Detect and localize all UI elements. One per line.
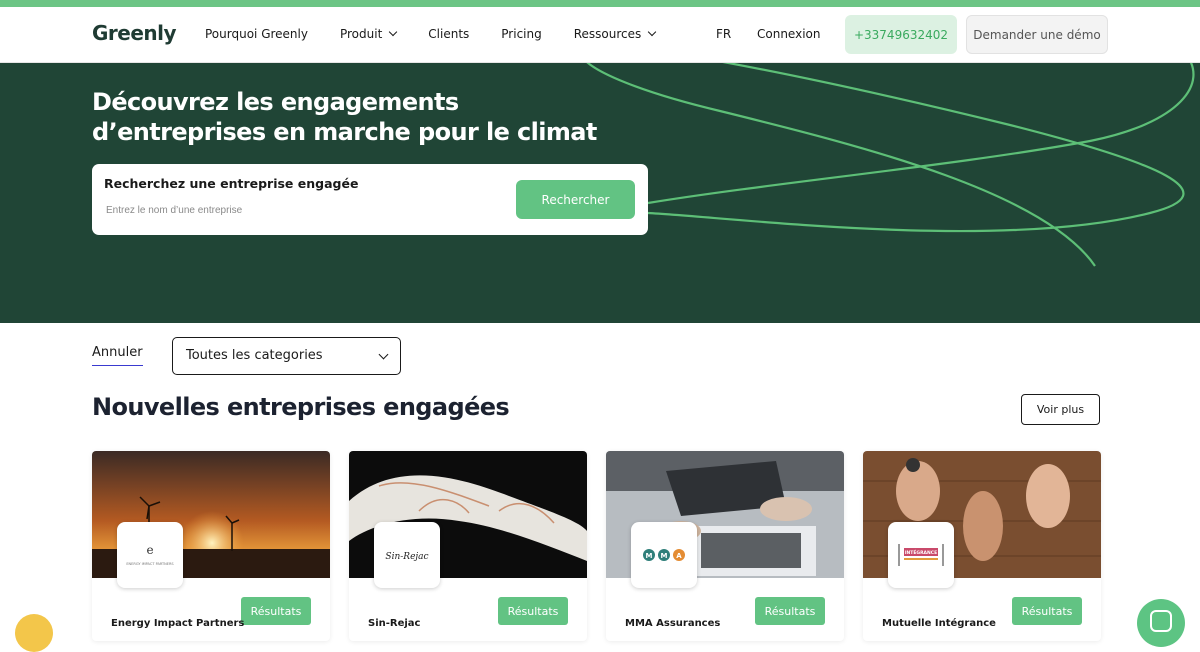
login-link[interactable]: Connexion [757, 27, 821, 41]
search-button[interactable]: Rechercher [516, 180, 635, 219]
company-card[interactable]: Sin-Rejac Résultats Sin-Rejac [349, 451, 587, 641]
section-title: Nouvelles entreprises engagées [92, 393, 510, 421]
hero-section: Découvrez les engagements d’entreprises … [0, 63, 1200, 323]
nav-item-pourquoi[interactable]: Pourquoi Greenly [205, 27, 308, 41]
results-button[interactable]: Résultats [1012, 597, 1082, 625]
nav-label: Produit [339, 27, 383, 41]
site-header: Greenly Pourquoi Greenly Produit Clients… [0, 7, 1200, 63]
company-name: Sin-Rejac [368, 618, 421, 629]
cookie-badge-icon[interactable] [15, 614, 53, 652]
results-button[interactable]: Résultats [241, 597, 311, 625]
nav-label: Clients [428, 27, 470, 41]
mma-logo: M M A [643, 549, 685, 561]
nav-item-pricing[interactable]: Pricing [501, 27, 541, 41]
search-card: Recherchez une entreprise engagée Recher… [92, 164, 648, 235]
svg-text:M: M [661, 552, 668, 560]
cancel-filter-link[interactable]: Annuler [92, 345, 143, 366]
energy-impact-logo: e ENERGY IMPACT PARTNERS [126, 543, 174, 566]
svg-text:A: A [676, 552, 682, 560]
chat-widget-icon[interactable] [1137, 599, 1185, 647]
svg-text:Sin-Rejac: Sin-Rejac [385, 552, 428, 562]
nav-label: Pricing [501, 27, 542, 41]
company-logo: e ENERGY IMPACT PARTNERS [117, 522, 183, 588]
company-name: Mutuelle Intégrance [882, 618, 996, 629]
chat-bubble-icon [1150, 610, 1172, 632]
nav-label: Pourquoi Greenly [205, 27, 308, 41]
category-select[interactable]: Toutes les categories [172, 337, 401, 375]
integrance-logo: INTÉGRANCE [898, 544, 944, 566]
svg-text:ENERGY IMPACT PARTNERS: ENERGY IMPACT PARTNERS [126, 562, 174, 566]
hero-title: Découvrez les engagements d’entreprises … [92, 88, 597, 146]
category-select-value: Toutes les categories [186, 348, 323, 363]
company-card[interactable]: INTÉGRANCE Résultats Mutuelle Intégrance [863, 451, 1101, 641]
search-input[interactable] [106, 201, 496, 219]
chevron-down-icon [389, 27, 398, 37]
demo-button[interactable]: Demander une démo [966, 15, 1108, 54]
results-button[interactable]: Résultats [755, 597, 825, 625]
company-logo: M M A [631, 522, 697, 588]
nav-item-ressources[interactable]: Ressources [573, 27, 657, 41]
company-logo: Sin-Rejac [374, 522, 440, 588]
company-card[interactable]: e ENERGY IMPACT PARTNERS Résultats Energ… [92, 451, 330, 641]
language-switch[interactable]: FR [716, 27, 731, 41]
company-card[interactable]: M M A Résultats MMA Assurances [606, 451, 844, 641]
company-name: Energy Impact Partners [111, 618, 245, 629]
company-logo: INTÉGRANCE [888, 522, 954, 588]
see-more-button[interactable]: Voir plus [1021, 394, 1100, 425]
chevron-down-icon [378, 349, 389, 360]
nav-item-clients[interactable]: Clients [428, 27, 469, 41]
main-nav: Pourquoi Greenly Produit Clients Pricing… [205, 27, 687, 41]
nav-item-produit[interactable]: Produit [339, 27, 398, 41]
search-label: Recherchez une entreprise engagée [104, 176, 359, 191]
svg-text:e: e [146, 543, 153, 557]
company-name: MMA Assurances [625, 618, 721, 629]
chevron-down-icon [648, 27, 657, 37]
top-accent-bar [0, 0, 1200, 7]
logo[interactable]: Greenly [92, 21, 177, 45]
svg-text:M: M [646, 552, 653, 560]
phone-button[interactable]: +33749632402 [845, 15, 957, 54]
results-button[interactable]: Résultats [498, 597, 568, 625]
nav-label: Ressources [573, 27, 642, 41]
sin-rejac-logo: Sin-Rejac [385, 552, 428, 562]
